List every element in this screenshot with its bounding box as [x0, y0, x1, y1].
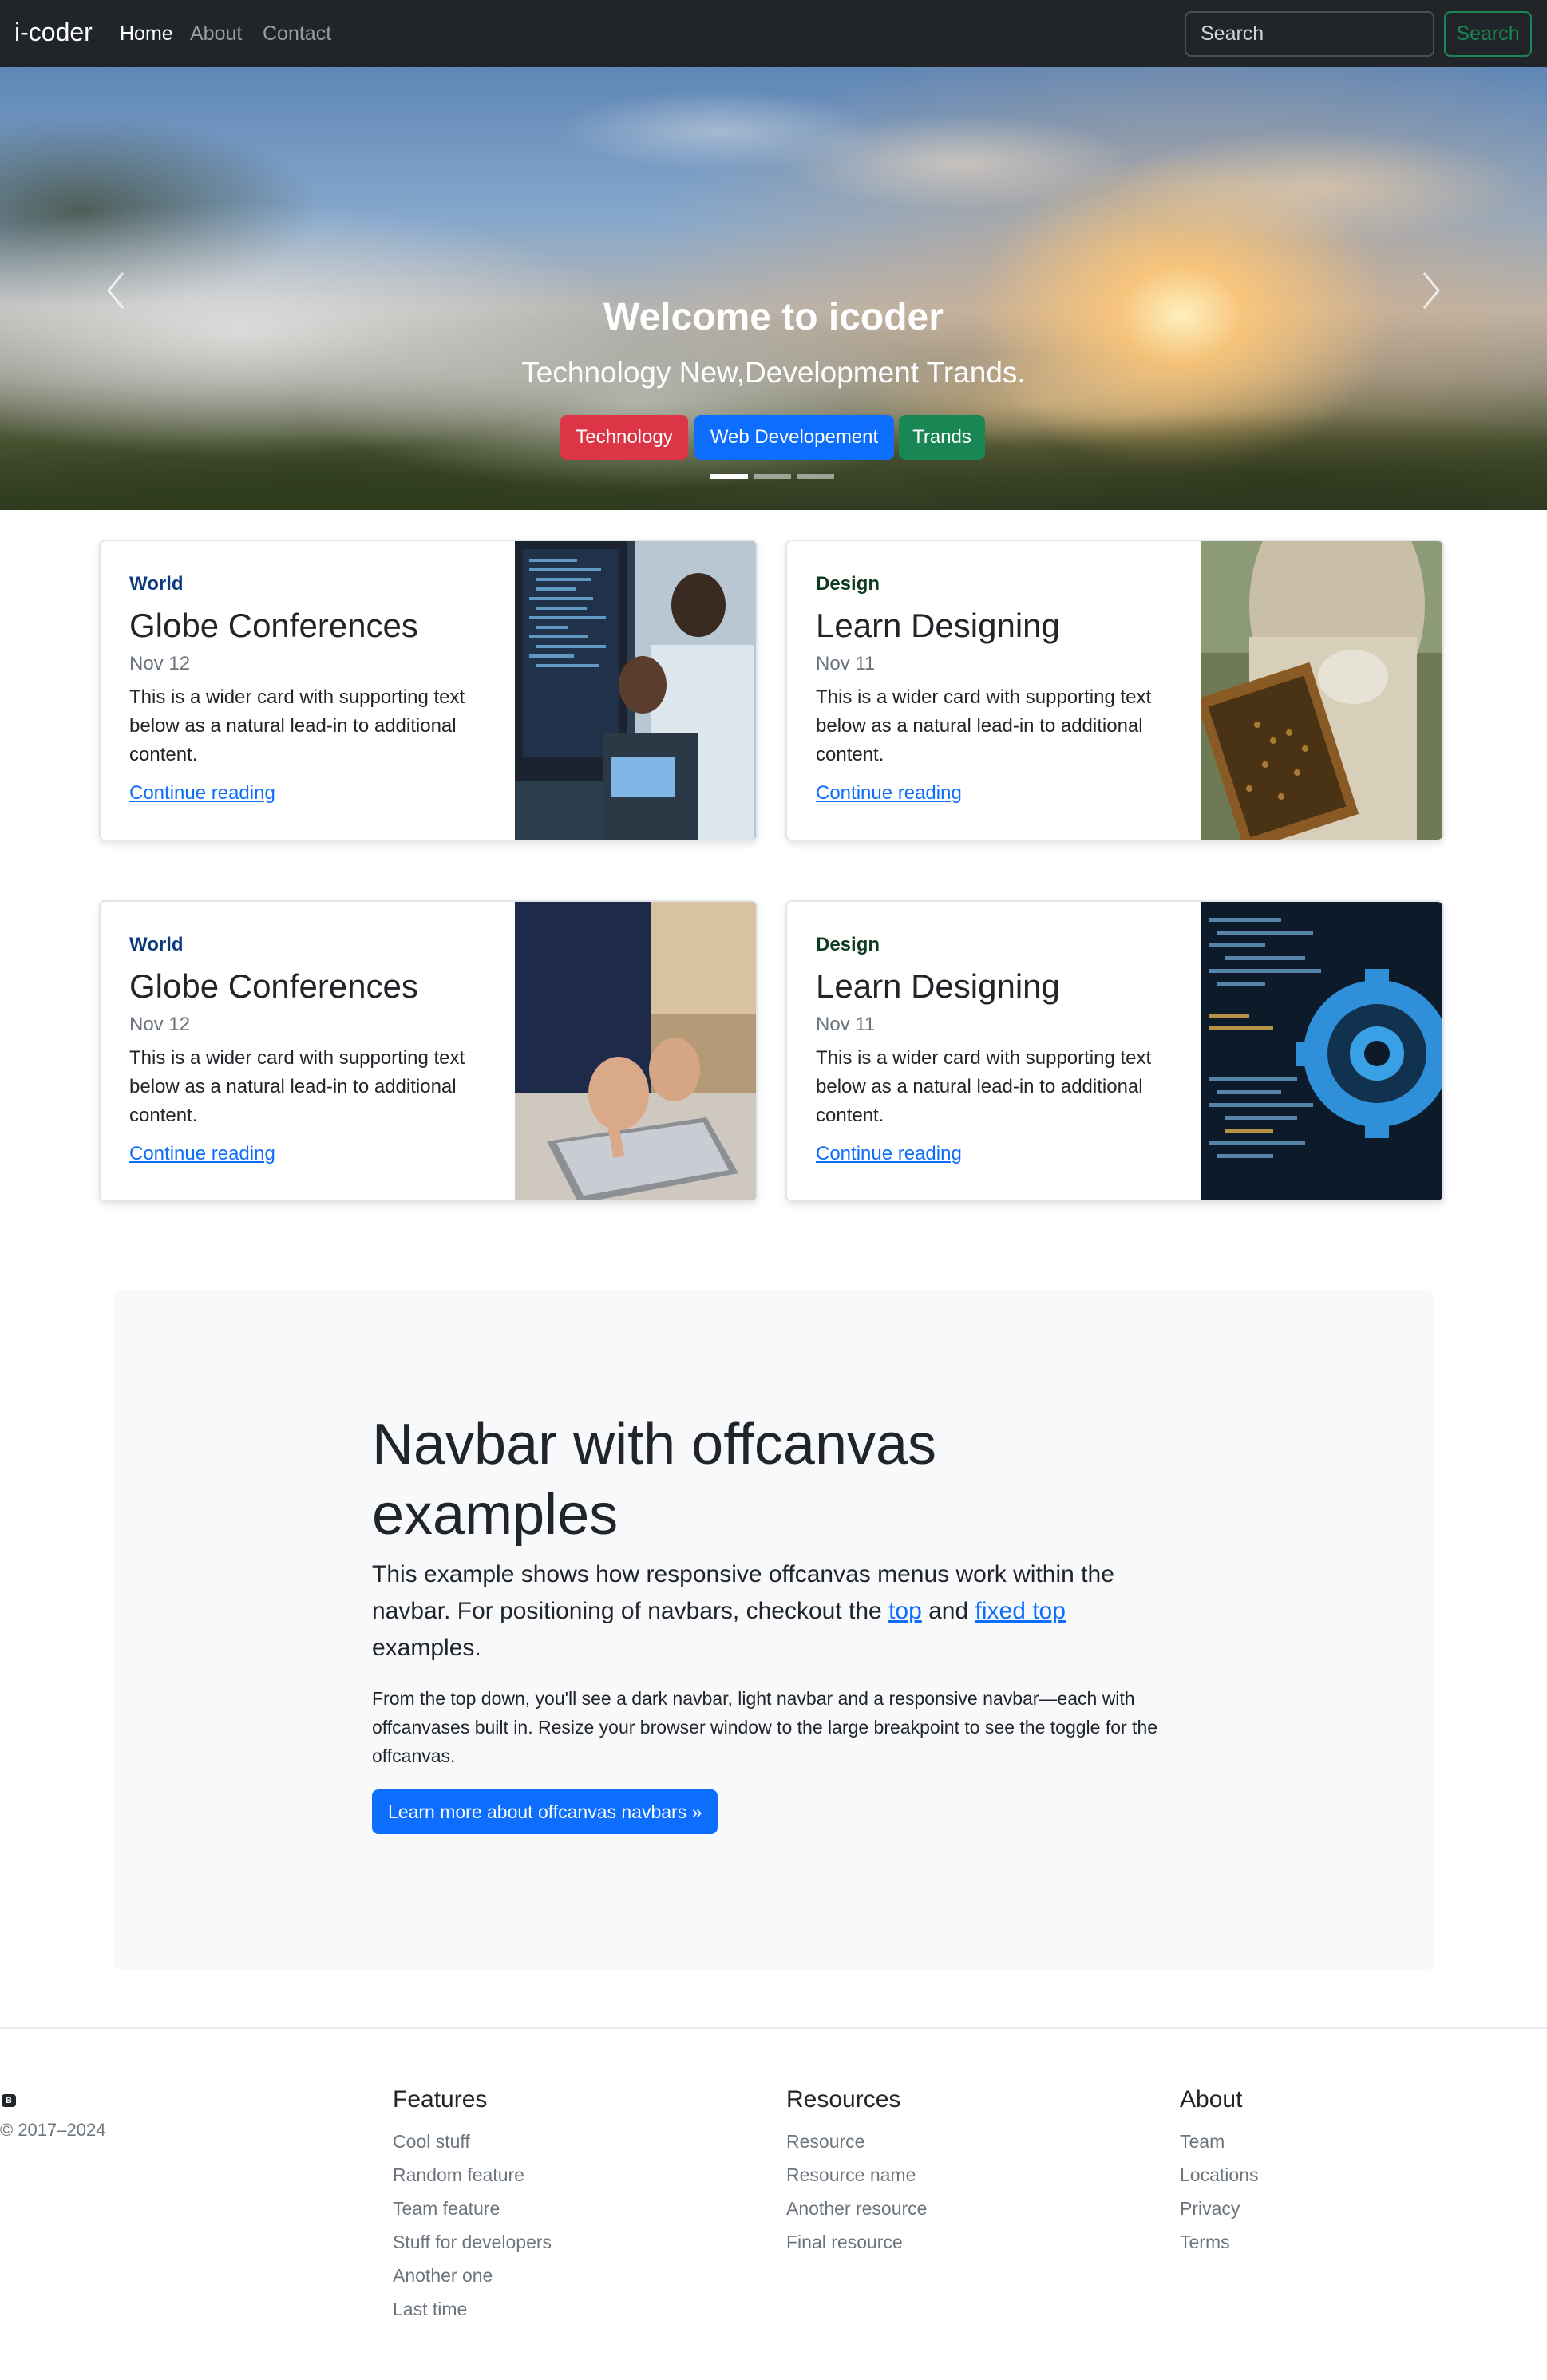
- card-text: This is a wider card with supporting tex…: [129, 1047, 465, 1126]
- footer-link[interactable]: Team: [1180, 2125, 1258, 2158]
- continue-reading-link[interactable]: Continue reading: [816, 1143, 962, 1165]
- footer-column-title: Resources: [786, 2086, 901, 2113]
- continue-reading-link[interactable]: Continue reading: [129, 1143, 275, 1165]
- web-development-button[interactable]: Web Developement: [694, 415, 894, 460]
- footer-link[interactable]: Terms: [1180, 2225, 1258, 2259]
- fixed-top-link[interactable]: fixed top: [975, 1598, 1066, 1624]
- footer-column-about: About Team Locations Privacy Terms: [1180, 2086, 1258, 2259]
- card-category: World: [129, 573, 184, 595]
- featured-card: Design Learn Designing Nov 11 This is a …: [785, 540, 1444, 841]
- footer-link[interactable]: Last time: [393, 2292, 552, 2326]
- featured-card: World Globe Conferences Nov 12 This is a…: [99, 540, 758, 841]
- footer-copyright: © 2017–2024: [0, 2120, 106, 2140]
- continue-reading-link[interactable]: Continue reading: [816, 782, 962, 805]
- footer-link[interactable]: Resource: [786, 2125, 927, 2158]
- card-date: Nov 12: [129, 1014, 191, 1035]
- footer-link[interactable]: Random feature: [393, 2158, 552, 2192]
- top-link[interactable]: top: [888, 1598, 922, 1624]
- card-thumbnail-beekeeper: [1201, 541, 1442, 840]
- footer-link[interactable]: Team feature: [393, 2192, 552, 2225]
- continue-reading-link[interactable]: Continue reading: [129, 782, 275, 805]
- card-category: Design: [816, 934, 880, 955]
- footer-column-features: Features Cool stuff Random feature Team …: [393, 2086, 552, 2326]
- hero-subtitle: Technology New,Development Trands.: [521, 356, 1026, 389]
- nav-link-home[interactable]: Home: [120, 22, 173, 45]
- card-thumbnail-code-gear: [1201, 902, 1442, 1200]
- footer-divider: [0, 2027, 1547, 2029]
- footer-link[interactable]: Another one: [393, 2259, 552, 2292]
- technology-button[interactable]: Technology: [560, 415, 688, 460]
- card-title: Learn Designing: [816, 607, 1060, 644]
- footer-column-title: About: [1180, 2086, 1243, 2113]
- top-navbar: i-coder Home About Contact Search: [0, 0, 1547, 67]
- carousel-indicator-3[interactable]: [797, 474, 834, 479]
- hero-carousel: Welcome to icoder Technology New,Develop…: [0, 67, 1547, 510]
- footer-link[interactable]: Locations: [1180, 2158, 1258, 2192]
- offcanvas-info-panel: Navbar with offcanvas examples This exam…: [113, 1290, 1434, 1970]
- footer-link[interactable]: Privacy: [1180, 2192, 1258, 2225]
- bootstrap-logo-icon[interactable]: B: [2, 2094, 16, 2107]
- trands-button[interactable]: Trands: [899, 415, 985, 460]
- footer-link[interactable]: Resource name: [786, 2158, 927, 2192]
- featured-card: World Globe Conferences Nov 12 This is a…: [99, 900, 758, 1202]
- footer-link[interactable]: Stuff for developers: [393, 2225, 552, 2259]
- description-paragraph: From the top down, you'll see a dark nav…: [372, 1688, 1158, 1766]
- card-thumbnail-developers: [515, 541, 756, 840]
- card-category: World: [129, 934, 184, 955]
- card-date: Nov 12: [129, 653, 191, 674]
- hero-title: Welcome to icoder: [603, 296, 944, 338]
- search-input[interactable]: [1185, 11, 1434, 57]
- card-title: Globe Conferences: [129, 607, 418, 644]
- learn-more-button[interactable]: Learn more about offcanvas navbars »: [372, 1789, 718, 1834]
- footer-column-resources: Resources Resource Resource name Another…: [786, 2086, 927, 2259]
- featured-card: Design Learn Designing Nov 11 This is a …: [785, 900, 1444, 1202]
- lead-paragraph: This example shows how responsive offcan…: [372, 1561, 1114, 1661]
- card-text: This is a wider card with supporting tex…: [816, 1047, 1152, 1126]
- card-title: Globe Conferences: [129, 967, 418, 1005]
- footer-link[interactable]: Another resource: [786, 2192, 927, 2225]
- carousel-indicator-2[interactable]: [754, 474, 791, 479]
- footer-link[interactable]: Cool stuff: [393, 2125, 552, 2158]
- card-title: Learn Designing: [816, 967, 1060, 1005]
- card-text: This is a wider card with supporting tex…: [816, 686, 1152, 765]
- card-date: Nov 11: [816, 653, 876, 674]
- nav-link-about[interactable]: About: [190, 22, 242, 45]
- footer-column-title: Features: [393, 2086, 488, 2113]
- search-button[interactable]: Search: [1444, 11, 1532, 57]
- nav-link-contact[interactable]: Contact: [263, 22, 331, 45]
- card-category: Design: [816, 573, 880, 595]
- carousel-indicator-1[interactable]: [710, 474, 748, 479]
- navbar-brand[interactable]: i-coder: [14, 18, 93, 47]
- footer-link[interactable]: Final resource: [786, 2225, 927, 2259]
- card-date: Nov 11: [816, 1014, 876, 1035]
- card-text: This is a wider card with supporting tex…: [129, 686, 465, 765]
- page-heading: Navbar with offcanvas examples: [372, 1413, 937, 1547]
- card-thumbnail-tablet: [515, 902, 756, 1200]
